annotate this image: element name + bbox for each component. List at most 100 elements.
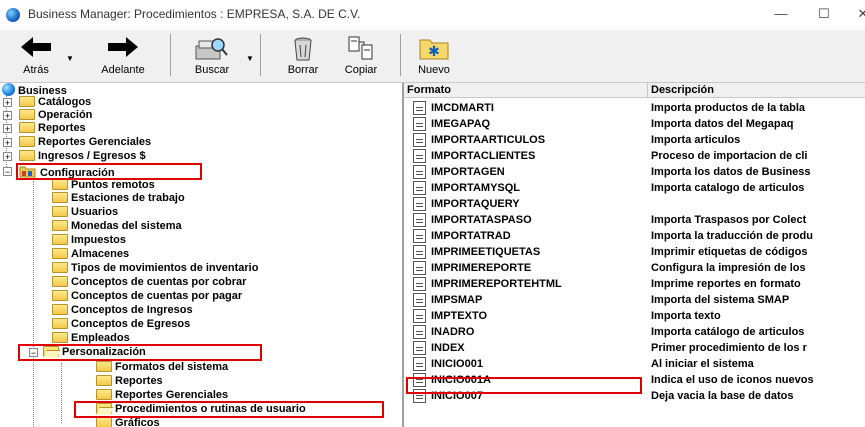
- tree-label: Conceptos de Ingresos: [71, 304, 193, 316]
- description-cell: Importa datos del Megapaq: [651, 118, 794, 130]
- list-item[interactable]: IMPRIMEREPORTE Configura la impresión de …: [404, 260, 865, 276]
- tree-item-pers-reportes[interactable]: Reportes: [96, 375, 163, 388]
- folder-icon: [52, 304, 68, 315]
- tree-label: Formatos del sistema: [115, 361, 229, 373]
- trash-icon: [294, 37, 312, 61]
- tree-root-business[interactable]: Business: [2, 83, 67, 97]
- tree-item-impuestos[interactable]: Impuestos: [52, 234, 126, 247]
- tree-item-empleados[interactable]: Empleados: [52, 332, 130, 345]
- document-icon: [413, 229, 426, 243]
- delete-button[interactable]: Borrar: [278, 32, 328, 78]
- list-item[interactable]: IMPORTATASPASO Importa Traspasos por Cole…: [404, 212, 865, 228]
- tree-item-graficos[interactable]: Gráficos: [96, 417, 160, 427]
- list-item[interactable]: INICIO007 Deja vacia la base de datos: [404, 388, 865, 404]
- tree-item-conceptos-ingresos[interactable]: Conceptos de Ingresos: [52, 304, 193, 317]
- tree-item-conceptos-pagar[interactable]: Conceptos de cuentas por pagar: [52, 290, 242, 303]
- search-icon: [195, 38, 228, 60]
- toolbar-separator: [260, 34, 261, 76]
- list-item[interactable]: IMPORTAARTICULOS Importa articulos: [404, 132, 865, 148]
- app-globe-icon: [6, 8, 20, 22]
- folder-icon: [19, 96, 35, 107]
- tree-item-reportes[interactable]: Reportes: [19, 122, 86, 135]
- document-icon: [413, 149, 426, 163]
- document-icon: [413, 309, 426, 323]
- window-title: Business Manager: Procedimientos : EMPRE…: [28, 7, 361, 21]
- expand-icon[interactable]: +: [3, 124, 12, 134]
- document-icon: [413, 213, 426, 227]
- tree-item-almacenes[interactable]: Almacenes: [52, 248, 129, 261]
- tree-item-reportes-gerenciales[interactable]: Reportes Gerenciales: [19, 136, 151, 149]
- expand-icon[interactable]: +: [3, 138, 12, 148]
- tree-item-procedimientos[interactable]: Procedimientos o rutinas de usuario: [96, 403, 306, 416]
- back-button[interactable]: Atrás: [4, 32, 68, 78]
- list-item[interactable]: IMPSMAP Importa del sistema SMAP: [404, 292, 865, 308]
- list-item[interactable]: IMPORTAGEN Importa los datos de Business: [404, 164, 865, 180]
- list-item[interactable]: IMPORTAMYSQL Importa catalogo de articulo…: [404, 180, 865, 196]
- new-button[interactable]: ✱ Nuevo: [410, 32, 458, 78]
- collapse-icon[interactable]: −: [3, 167, 12, 177]
- list-item[interactable]: IMPRIMEETIQUETAS Imprimir etiquetas de có…: [404, 244, 865, 260]
- tree-item-catalogos[interactable]: Catálogos: [19, 96, 91, 109]
- expand-icon[interactable]: +: [3, 111, 12, 121]
- tree-item-formatos[interactable]: Formatos del sistema: [96, 361, 228, 374]
- format-cell: INICIO007: [431, 390, 483, 402]
- list-item[interactable]: IMPORTATRAD Importa la traducción de prod…: [404, 228, 865, 244]
- search-label: Buscar: [194, 64, 230, 76]
- folder-icon: [52, 290, 68, 301]
- search-dropdown-icon[interactable]: ▼: [246, 54, 254, 63]
- tree-label: Personalización: [62, 346, 146, 358]
- tree-item-monedas[interactable]: Monedas del sistema: [52, 220, 182, 233]
- column-header-format[interactable]: Formato: [404, 83, 648, 98]
- list-item[interactable]: IMPRIMEREPORTEHTML Imprime reportes en fo…: [404, 276, 865, 292]
- expand-icon[interactable]: +: [3, 152, 12, 162]
- description-cell: Importa catálogo de articulos: [651, 326, 805, 338]
- tree-item-conceptos-cobrar[interactable]: Conceptos de cuentas por cobrar: [52, 276, 246, 289]
- list-item[interactable]: IMPORTAQUERY: [404, 196, 865, 212]
- search-button[interactable]: Buscar: [176, 32, 248, 78]
- list-item[interactable]: INDEX Primer procedimiento de los r: [404, 340, 865, 356]
- list-item[interactable]: IMEGAPAQ Importa datos del Megapaq: [404, 116, 865, 132]
- tree-label: Ingresos / Egresos $: [38, 150, 146, 162]
- copy-button[interactable]: Copiar: [336, 32, 386, 78]
- document-icon: [413, 325, 426, 339]
- format-cell: IMPRIMEREPORTEHTML: [431, 278, 562, 290]
- expand-icon[interactable]: +: [3, 98, 12, 108]
- minimize-button[interactable]: —: [766, 4, 796, 24]
- tree-item-estaciones[interactable]: Estaciones de trabajo: [52, 192, 185, 205]
- tree-item-configuracion[interactable]: Configuración: [19, 165, 115, 179]
- forward-button[interactable]: Adelante: [80, 32, 166, 78]
- format-cell: IMPTEXTO: [431, 310, 488, 322]
- document-icon: [413, 261, 426, 275]
- tree-item-puntos-remotos[interactable]: Puntos remotos: [52, 179, 155, 192]
- tree-item-usuarios[interactable]: Usuarios: [52, 206, 118, 219]
- tree-item-conceptos-egresos[interactable]: Conceptos de Egresos: [52, 318, 190, 331]
- list-item[interactable]: IMCDMARTI Importa productos de la tabla: [404, 100, 865, 116]
- tree-line: [61, 363, 62, 423]
- column-header-description[interactable]: Descripción: [648, 83, 865, 98]
- folder-open-icon: [43, 346, 59, 357]
- format-cell: INDEX: [431, 342, 465, 354]
- list-item[interactable]: IMPTEXTO Importa texto: [404, 308, 865, 324]
- tree-item-ingresos-egresos[interactable]: Ingresos / Egresos $: [19, 150, 146, 163]
- navigation-tree: Business + Catálogos + Operación + Repor…: [0, 83, 404, 427]
- tree-item-personalizacion[interactable]: Personalización: [43, 346, 146, 359]
- description-cell: Primer procedimiento de los r: [651, 342, 807, 354]
- list-item[interactable]: INICIO001 Al iniciar el sistema: [404, 356, 865, 372]
- collapse-icon[interactable]: −: [29, 348, 38, 358]
- close-button[interactable]: ✕: [848, 4, 865, 24]
- document-icon: [413, 357, 426, 371]
- list-item[interactable]: INADRO Importa catálogo de articulos: [404, 324, 865, 340]
- tree-item-pers-reportes-gerenciales[interactable]: Reportes Gerenciales: [96, 389, 228, 402]
- back-dropdown-icon[interactable]: ▼: [66, 54, 74, 63]
- tree-item-operacion[interactable]: Operación: [19, 109, 92, 122]
- folder-icon: [52, 234, 68, 245]
- tree-label: Reportes Gerenciales: [115, 389, 229, 401]
- tree-label: Conceptos de Egresos: [71, 318, 191, 330]
- list-item[interactable]: INICIO001A Indica el uso de iconos nuevos: [404, 372, 865, 388]
- tree-item-tipos-movimientos[interactable]: Tipos de movimientos de inventario: [52, 262, 258, 275]
- maximize-button[interactable]: ☐: [809, 4, 839, 24]
- format-cell: IMPORTAQUERY: [431, 198, 520, 210]
- description-cell: Imprimir etiquetas de códigos: [651, 246, 808, 258]
- list-item[interactable]: IMPORTACLIENTES Proceso de importacion de…: [404, 148, 865, 164]
- folder-icon: [52, 206, 68, 217]
